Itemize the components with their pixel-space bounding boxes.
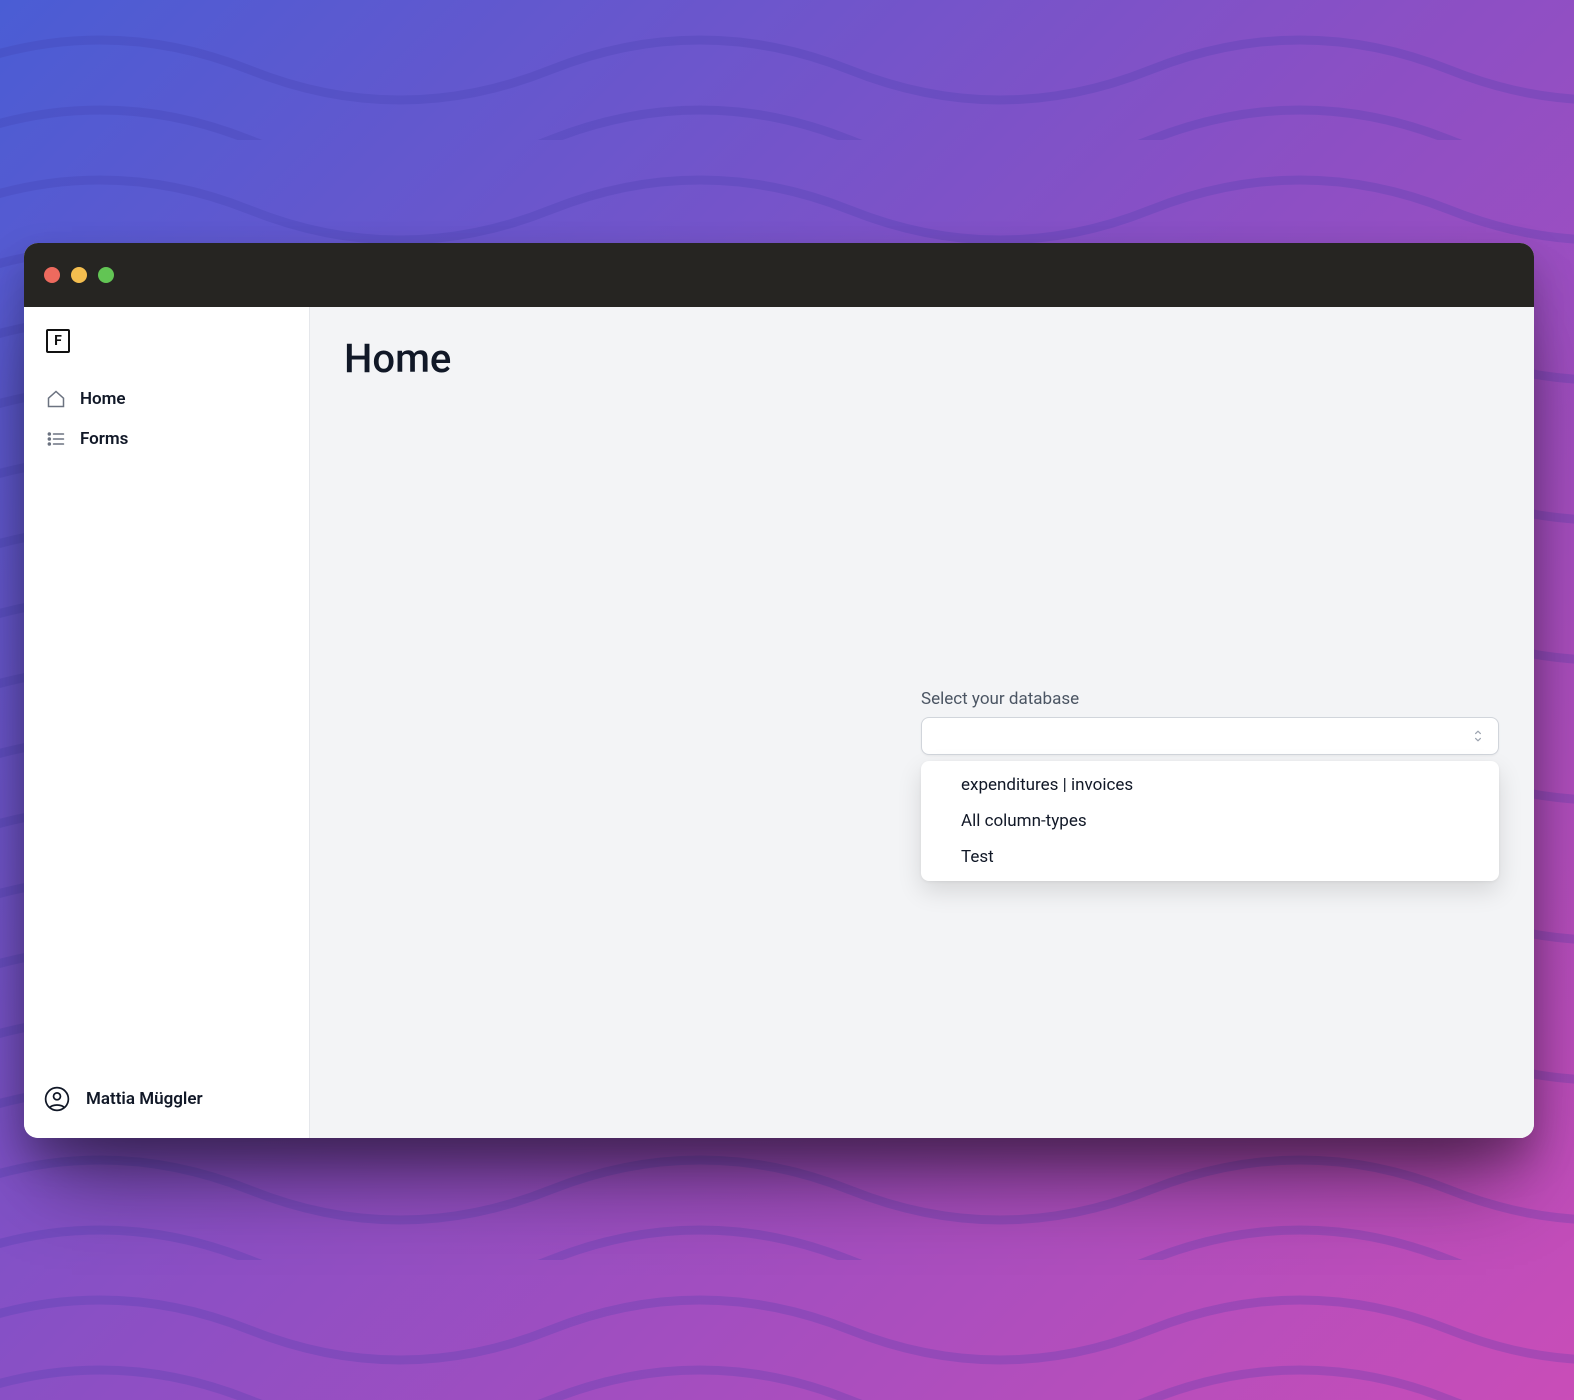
app-logo[interactable]: F	[46, 329, 70, 353]
sidebar: F Home	[24, 307, 310, 1138]
main-content: Home Select your database expenditures |…	[310, 307, 1534, 1138]
list-icon	[46, 429, 66, 449]
select-option[interactable]: expenditures | invoices	[921, 767, 1499, 803]
database-select[interactable]	[921, 717, 1499, 755]
select-option[interactable]: All column-types	[921, 803, 1499, 839]
database-select-dropdown: expenditures | invoices All column-types…	[921, 761, 1499, 881]
home-icon	[46, 389, 66, 409]
window-minimize-button[interactable]	[71, 267, 87, 283]
window-titlebar	[24, 243, 1534, 307]
window-close-button[interactable]	[44, 267, 60, 283]
user-icon	[44, 1086, 70, 1112]
nav-item-forms[interactable]: Forms	[36, 419, 297, 459]
app-window: F Home	[24, 243, 1534, 1138]
nav-item-label: Home	[80, 389, 126, 409]
database-select-field: Select your database expenditures | invo…	[921, 689, 1499, 881]
nav-item-label: Forms	[80, 429, 128, 449]
window-maximize-button[interactable]	[98, 267, 114, 283]
nav-item-home[interactable]: Home	[36, 379, 297, 419]
select-option[interactable]: Test	[921, 839, 1499, 875]
chevron-up-down-icon	[1470, 728, 1486, 744]
page-title: Home	[344, 335, 1500, 382]
user-name: Mattia Müggler	[86, 1089, 203, 1109]
user-menu[interactable]: Mattia Müggler	[36, 1076, 297, 1122]
select-label: Select your database	[921, 689, 1499, 709]
